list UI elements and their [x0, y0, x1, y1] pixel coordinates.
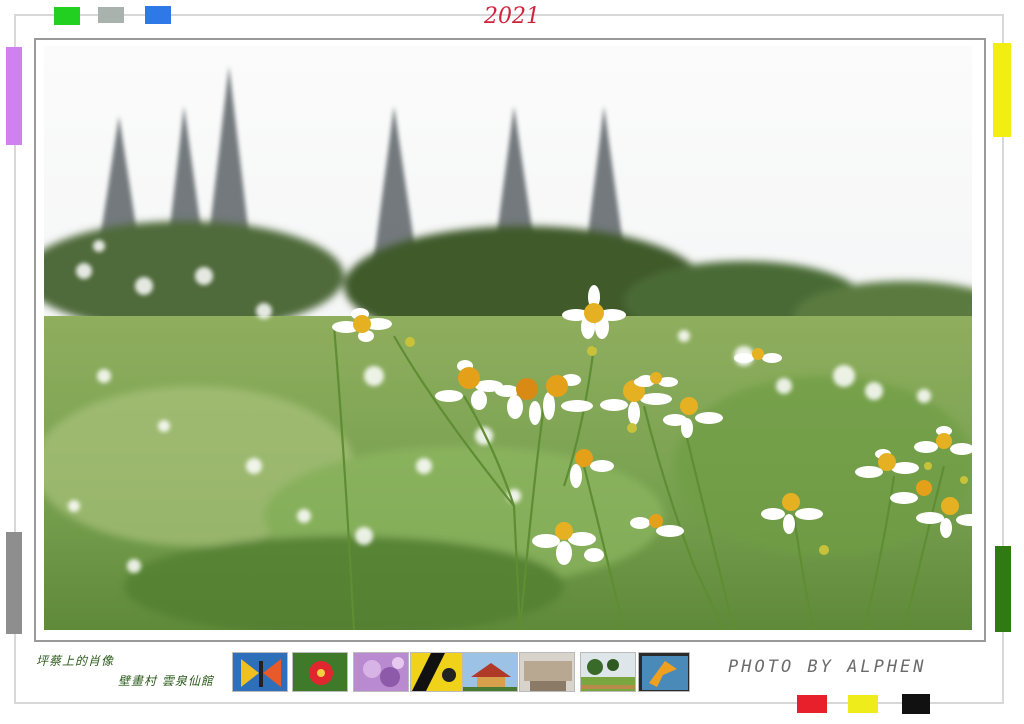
yellow-car-thumbnail[interactable]: [410, 652, 466, 692]
temple-thumbnail[interactable]: [462, 652, 518, 692]
year-title: 2021: [484, 4, 540, 29]
darkgreen-side-bar: [995, 546, 1011, 632]
photo-credit: PHOTO BY ALPHEN: [728, 657, 927, 677]
main-photo: [44, 46, 972, 630]
black-swatch: [902, 694, 930, 714]
butterfly-mural-thumbnail[interactable]: [232, 652, 288, 692]
purple-blossom-thumbnail[interactable]: [353, 652, 409, 692]
field-thumbnail[interactable]: [580, 652, 636, 692]
interior-thumbnail[interactable]: [519, 652, 575, 692]
violet-side-bar: [6, 47, 22, 145]
red-swatch: [797, 695, 827, 713]
yellow-swatch: [848, 695, 878, 713]
caption-line-1: 坪蔡上的肖像: [36, 654, 115, 668]
red-flower-thumbnail[interactable]: [292, 652, 348, 692]
caption-line-2: 壁畫村 雲泉仙館: [118, 674, 214, 688]
yellow-side-bar: [993, 43, 1011, 137]
gray-side-bar: [6, 532, 22, 634]
bird-painting-thumbnail[interactable]: [638, 652, 690, 692]
